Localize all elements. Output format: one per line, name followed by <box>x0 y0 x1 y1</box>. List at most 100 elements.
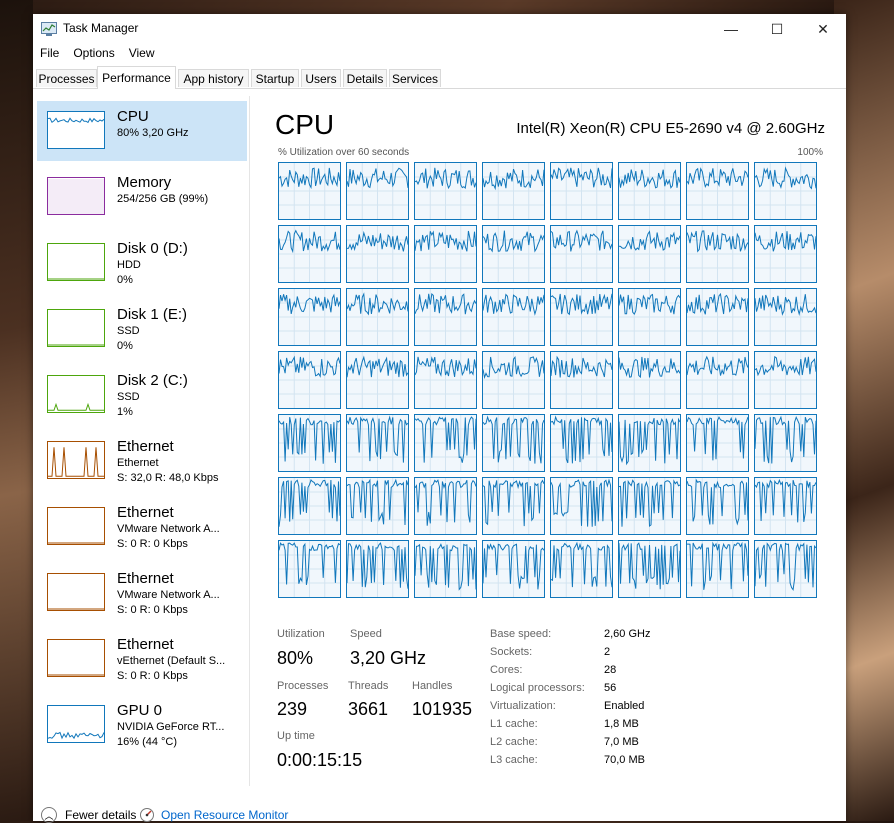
logical-processor-graph <box>754 414 817 472</box>
logical-processor-graph <box>618 540 681 598</box>
spec-value: 2,60 GHz <box>604 628 651 640</box>
logical-processor-graph <box>686 414 749 472</box>
tab-performance[interactable]: Performance <box>97 66 176 89</box>
tab-startup[interactable]: Startup <box>251 69 299 87</box>
open-resource-monitor-label: Open Resource Monitor <box>161 808 289 822</box>
task-manager-window: Task Manager — ☐ ✕ File Options View Pro… <box>33 14 846 823</box>
logical-processor-graph <box>482 414 545 472</box>
uptime-label: Up time <box>277 730 315 742</box>
logical-processor-graph <box>550 288 613 346</box>
logical-processor-graph <box>346 288 409 346</box>
logical-processor-graph-grid[interactable] <box>278 162 823 602</box>
sidebar-item-name: Ethernet <box>117 570 174 587</box>
logical-processor-graph <box>754 225 817 283</box>
tab-details[interactable]: Details <box>343 69 387 87</box>
sidebar-item-disk-2-c[interactable]: Disk 2 (C:) SSD 1% <box>37 365 247 425</box>
logical-processor-graph <box>414 162 477 220</box>
logical-processor-graph <box>482 288 545 346</box>
sidebar-item-text: Ethernet Ethernet S: 32,0 R: 48,0 Kbps <box>117 438 219 486</box>
menu-view[interactable]: View <box>122 44 162 64</box>
logical-processor-graph <box>754 477 817 535</box>
sidebar-item-gpu-0[interactable]: GPU 0 NVIDIA GeForce RT... 16% (44 °C) <box>37 695 247 755</box>
sidebar-item-detail: SSD <box>117 391 140 403</box>
logical-processor-graph <box>686 225 749 283</box>
close-button[interactable]: ✕ <box>800 14 846 44</box>
logical-processor-graph <box>618 288 681 346</box>
menu-file[interactable]: File <box>33 44 66 64</box>
logical-processor-graph <box>686 540 749 598</box>
sidebar-item-detail: 0% <box>117 274 133 286</box>
sidebar-thumbnail-graph <box>47 177 105 215</box>
menu-options[interactable]: Options <box>66 44 121 64</box>
logical-processor-graph <box>550 225 613 283</box>
logical-processor-graph <box>482 351 545 409</box>
maximize-button[interactable]: ☐ <box>754 14 800 44</box>
sidebar-item-disk-1-e[interactable]: Disk 1 (E:) SSD 0% <box>37 299 247 359</box>
logical-processor-graph <box>686 351 749 409</box>
sidebar-thumbnail-graph <box>47 441 105 479</box>
sidebar-item-memory[interactable]: Memory 254/256 GB (99%) <box>37 167 247 227</box>
logical-processor-graph <box>754 540 817 598</box>
logical-processor-graph <box>278 414 341 472</box>
processes-value: 239 <box>277 699 308 719</box>
logical-processor-graph <box>482 540 545 598</box>
logical-processor-graph <box>482 162 545 220</box>
logical-processor-graph <box>754 351 817 409</box>
utilization-graph-max: 100% <box>797 147 823 158</box>
logical-processor-graph <box>346 162 409 220</box>
sidebar-item-name: Memory <box>117 174 172 191</box>
sidebar-item-ethernet[interactable]: Ethernet VMware Network A... S: 0 R: 0 Kbp… <box>37 497 247 557</box>
spec-value: 1,8 MB <box>604 718 639 730</box>
sidebar-thumbnail-graph <box>47 639 105 677</box>
processes-label: Processes <box>277 680 329 692</box>
logical-processor-graph <box>686 162 749 220</box>
logical-processor-graph <box>754 162 817 220</box>
window-title: Task Manager <box>63 21 139 35</box>
menu-bar: File Options View <box>33 44 162 64</box>
utilization-graph-label: % Utilization over 60 seconds <box>278 147 410 158</box>
threads-label: Threads <box>348 680 389 692</box>
sidebar-item-ethernet[interactable]: Ethernet Ethernet S: 32,0 R: 48,0 Kbps <box>37 431 247 491</box>
tab-app-history[interactable]: App history <box>178 69 249 87</box>
logical-processor-graph <box>618 477 681 535</box>
sidebar-item-cpu[interactable]: CPU 80% 3,20 GHz <box>37 101 247 161</box>
logical-processor-graph <box>346 414 409 472</box>
tab-processes[interactable]: Processes <box>36 69 97 87</box>
sidebar-thumbnail-graph <box>47 375 105 413</box>
speed-value: 3,20 GHz <box>350 648 427 668</box>
tab-services[interactable]: Services <box>389 69 441 87</box>
utilization-label: Utilization <box>277 628 325 640</box>
sidebar-item-detail: VMware Network A... <box>117 589 220 601</box>
sidebar-item-text: CPU 80% 3,20 GHz <box>117 108 189 141</box>
sidebar-item-text: Disk 2 (C:) SSD 1% <box>117 372 188 420</box>
sidebar-item-text: Disk 1 (E:) SSD 0% <box>117 306 187 354</box>
sidebar-item-name: GPU 0 <box>117 702 163 719</box>
sidebar-item-ethernet[interactable]: Ethernet vEthernet (Default S... S: 0 R: 0… <box>37 629 247 689</box>
spec-value: 7,0 MB <box>604 736 639 748</box>
sidebar-item-ethernet[interactable]: Ethernet VMware Network A... S: 0 R: 0 Kbp… <box>37 563 247 623</box>
spec-label: Sockets: <box>490 646 533 658</box>
sidebar-thumbnail-graph <box>47 309 105 347</box>
spec-label: Cores: <box>490 664 523 676</box>
sidebar-item-name: Disk 2 (C:) <box>117 372 188 389</box>
logical-processor-graph <box>346 225 409 283</box>
tab-users[interactable]: Users <box>301 69 341 87</box>
task-manager-icon <box>41 22 57 36</box>
cpu-heading: CPU <box>275 109 335 140</box>
logical-processor-graph <box>482 477 545 535</box>
sidebar-item-detail: S: 32,0 R: 48,0 Kbps <box>117 472 219 484</box>
logical-processor-graph <box>414 288 477 346</box>
uptime-value: 0:00:15:15 <box>277 750 363 770</box>
sidebar-item-detail: HDD <box>117 259 141 271</box>
logical-processor-graph <box>550 414 613 472</box>
spec-value: Enabled <box>604 700 645 712</box>
sidebar-item-disk-0-d[interactable]: Disk 0 (D:) HDD 0% <box>37 233 247 293</box>
title-bar[interactable]: Task Manager — ☐ ✕ <box>33 14 846 44</box>
logical-processor-graph <box>550 351 613 409</box>
sidebar-thumbnail-graph <box>47 111 105 149</box>
logical-processor-graph <box>278 288 341 346</box>
close-icon: ✕ <box>817 20 829 37</box>
sidebar-item-detail: S: 0 R: 0 Kbps <box>117 604 188 616</box>
logical-processor-graph <box>278 540 341 598</box>
minimize-button[interactable]: — <box>708 14 754 44</box>
